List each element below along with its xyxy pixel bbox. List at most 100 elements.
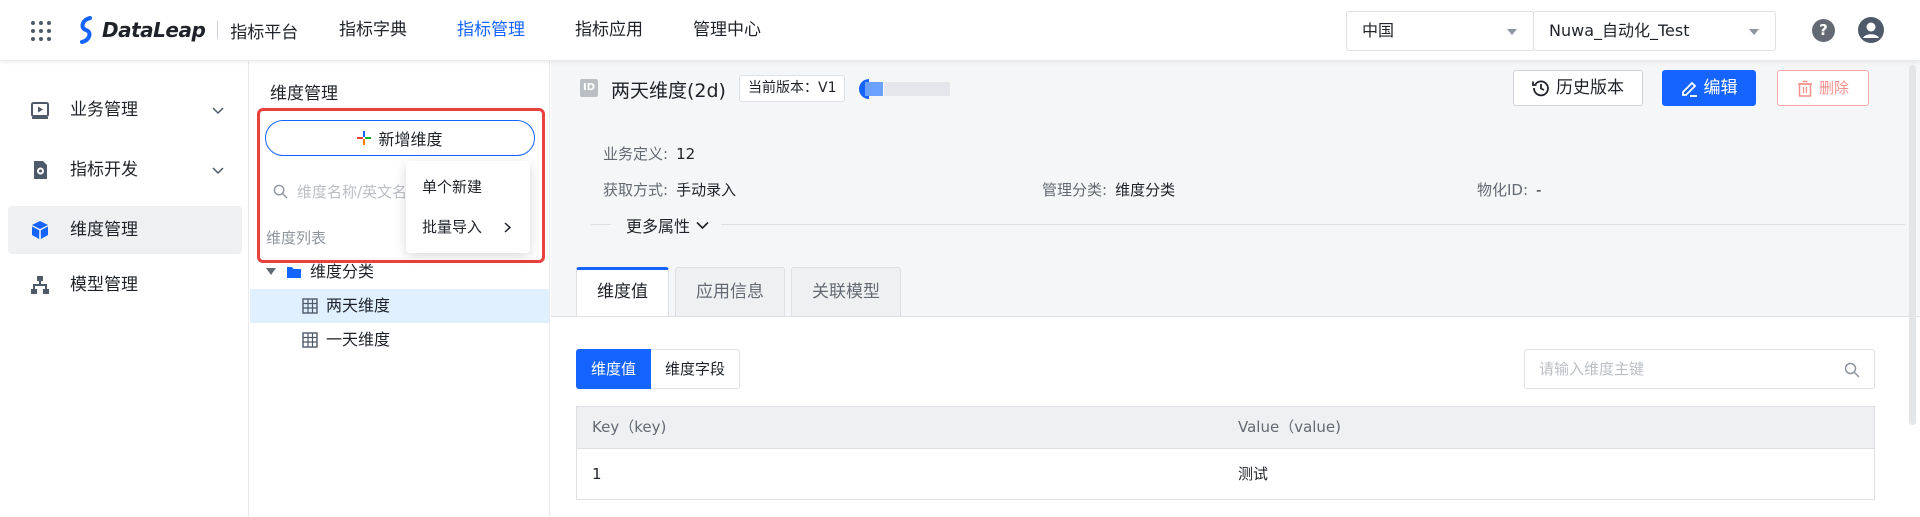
cell-value: 测试: [1238, 465, 1269, 483]
prop-value: -: [1536, 181, 1542, 199]
play-square-icon: [31, 102, 49, 119]
menu-item-label: 单个新建: [422, 178, 483, 196]
tree-item-label: 两天维度: [326, 296, 391, 315]
chevron-right-icon: [504, 222, 512, 233]
history-version-button[interactable]: 历史版本: [1513, 70, 1643, 106]
top-nav: 指标字典 指标管理 指标应用 管理中心: [339, 0, 811, 61]
menu-item-batch-import[interactable]: 批量导入: [406, 207, 530, 247]
tree-item-label: 一天维度: [326, 330, 391, 349]
scrollbar-thumb[interactable]: [1909, 65, 1916, 425]
dimension-detail: ID 两天维度(2d) 当前版本：V1 历史版本 编辑 删除 业务定义: 12 …: [551, 61, 1920, 517]
platform-name: 指标平台: [230, 22, 299, 43]
sidebar-item-business[interactable]: 业务管理: [8, 86, 242, 134]
prop-business-definition: 业务定义: 12: [603, 143, 695, 164]
chevron-down-icon: [1749, 29, 1759, 35]
hierarchy-icon: [31, 276, 49, 294]
region-select[interactable]: 中国: [1346, 11, 1534, 51]
chevron-down-icon: [212, 167, 224, 175]
add-dimension-dropdown: 单个新建 批量导入: [406, 161, 530, 253]
chevron-down-icon: [1507, 29, 1517, 35]
sidebar-item-dimension[interactable]: 维度管理: [8, 206, 242, 254]
sidebar-item-metric-dev[interactable]: 指标开发: [8, 146, 242, 194]
prop-value: 手动录入: [676, 181, 737, 199]
top-bar: DataLeap 指标平台 指标字典 指标管理 指标应用 管理中心 中国 Nuw…: [0, 0, 1920, 61]
prop-category: 管理分类: 维度分类: [1042, 179, 1175, 200]
history-version-label: 历史版本: [1556, 78, 1624, 98]
history-icon: [1532, 80, 1549, 97]
tree-item-two-day[interactable]: 两天维度: [250, 289, 549, 323]
sidebar-item-label: 维度管理: [70, 220, 138, 240]
edit-button[interactable]: 编辑: [1662, 70, 1756, 106]
table-row: 1 测试: [577, 448, 1874, 499]
user-avatar-icon[interactable]: [1857, 16, 1885, 44]
edit-label: 编辑: [1703, 78, 1738, 98]
prop-value: 维度分类: [1115, 181, 1176, 199]
plus-icon: [357, 131, 372, 145]
trash-icon: [1797, 80, 1812, 97]
add-dimension-button[interactable]: 新增维度: [265, 120, 535, 156]
nav-metric-dictionary[interactable]: 指标字典: [339, 0, 407, 61]
project-select-value: Nuwa_自动化_Test: [1549, 21, 1690, 40]
more-attributes-toggle[interactable]: 更多属性: [620, 213, 716, 237]
brand-name: DataLeap: [102, 18, 206, 42]
delete-button[interactable]: 删除: [1777, 70, 1869, 106]
cell-key: 1: [592, 465, 602, 483]
sidebar-item-label: 模型管理: [70, 275, 138, 295]
detail-header: ID 两天维度(2d) 当前版本：V1 历史版本 编辑 删除 业务定义: 12 …: [551, 61, 1920, 317]
table-header: Key（key) Value（value): [577, 407, 1874, 448]
dimension-value-table: Key（key) Value（value) 1 测试: [576, 406, 1875, 500]
detail-tabs: 维度值 应用信息 关联模型: [576, 267, 907, 317]
cube-icon: [32, 221, 48, 239]
chevron-down-icon: [696, 221, 709, 229]
segment-dimension-values[interactable]: 维度值: [576, 349, 652, 389]
search-icon[interactable]: [1844, 362, 1860, 378]
page-scrollbar[interactable]: [1906, 61, 1918, 517]
version-tag: 当前版本：V1: [739, 75, 846, 102]
region-select-value: 中国: [1362, 21, 1395, 40]
table-icon: [302, 298, 318, 314]
tab-dimension-values[interactable]: 维度值: [576, 267, 669, 317]
help-icon[interactable]: ?: [1812, 19, 1835, 42]
dimension-search: [265, 175, 415, 209]
prop-label: 业务定义:: [603, 145, 669, 163]
more-attributes-label: 更多属性: [626, 217, 691, 236]
tab-application-info[interactable]: 应用信息: [675, 267, 785, 317]
owner-avatar: [859, 79, 950, 99]
project-select[interactable]: Nuwa_自动化_Test: [1533, 11, 1776, 51]
sidebar-item-label: 指标开发: [70, 160, 138, 180]
prop-value: 12: [676, 145, 696, 163]
left-sidebar: 业务管理 指标开发 维度管理 模型管理: [0, 61, 249, 517]
sidebar-item-model[interactable]: 模型管理: [8, 261, 242, 309]
id-badge-icon: ID: [580, 79, 598, 97]
value-view-switch: 维度值 维度字段: [576, 349, 741, 389]
tabs-divider: [551, 316, 1920, 317]
menu-item-single-create[interactable]: 单个新建: [406, 167, 530, 207]
caret-down-icon[interactable]: [266, 268, 276, 275]
prop-acquire-method: 获取方式: 手动录入: [603, 179, 736, 200]
divider: [721, 224, 1905, 225]
column-header-value: Value（value): [1238, 418, 1342, 436]
tree-item-one-day[interactable]: 一天维度: [250, 323, 549, 357]
key-search-input[interactable]: [1525, 350, 1825, 388]
tree-folder-row[interactable]: 维度分类: [250, 255, 549, 289]
dimension-search-input[interactable]: [265, 175, 415, 209]
gear-doc-icon: [34, 161, 47, 179]
prop-materialize-id: 物化ID: -: [1477, 179, 1541, 200]
dimension-list-label: 维度列表: [266, 229, 327, 247]
nav-metric-management[interactable]: 指标管理: [457, 0, 525, 61]
tree-folder-label: 维度分类: [310, 262, 375, 281]
nav-metric-application[interactable]: 指标应用: [575, 0, 643, 61]
brand-logo[interactable]: DataLeap 指标平台: [76, 15, 298, 45]
tab-related-models[interactable]: 关联模型: [791, 267, 901, 317]
prop-label: 物化ID:: [1477, 181, 1529, 199]
prop-label: 获取方式:: [603, 181, 669, 199]
table-icon: [302, 332, 318, 348]
edit-icon: [1681, 81, 1697, 97]
key-search: [1524, 349, 1875, 389]
column-header-key: Key（key): [592, 418, 667, 436]
add-dimension-label: 新增维度: [378, 130, 443, 149]
app-grid-icon[interactable]: [30, 20, 52, 42]
segment-dimension-fields[interactable]: 维度字段: [651, 349, 741, 389]
chevron-down-icon: [212, 107, 224, 115]
nav-admin-center[interactable]: 管理中心: [693, 0, 761, 61]
